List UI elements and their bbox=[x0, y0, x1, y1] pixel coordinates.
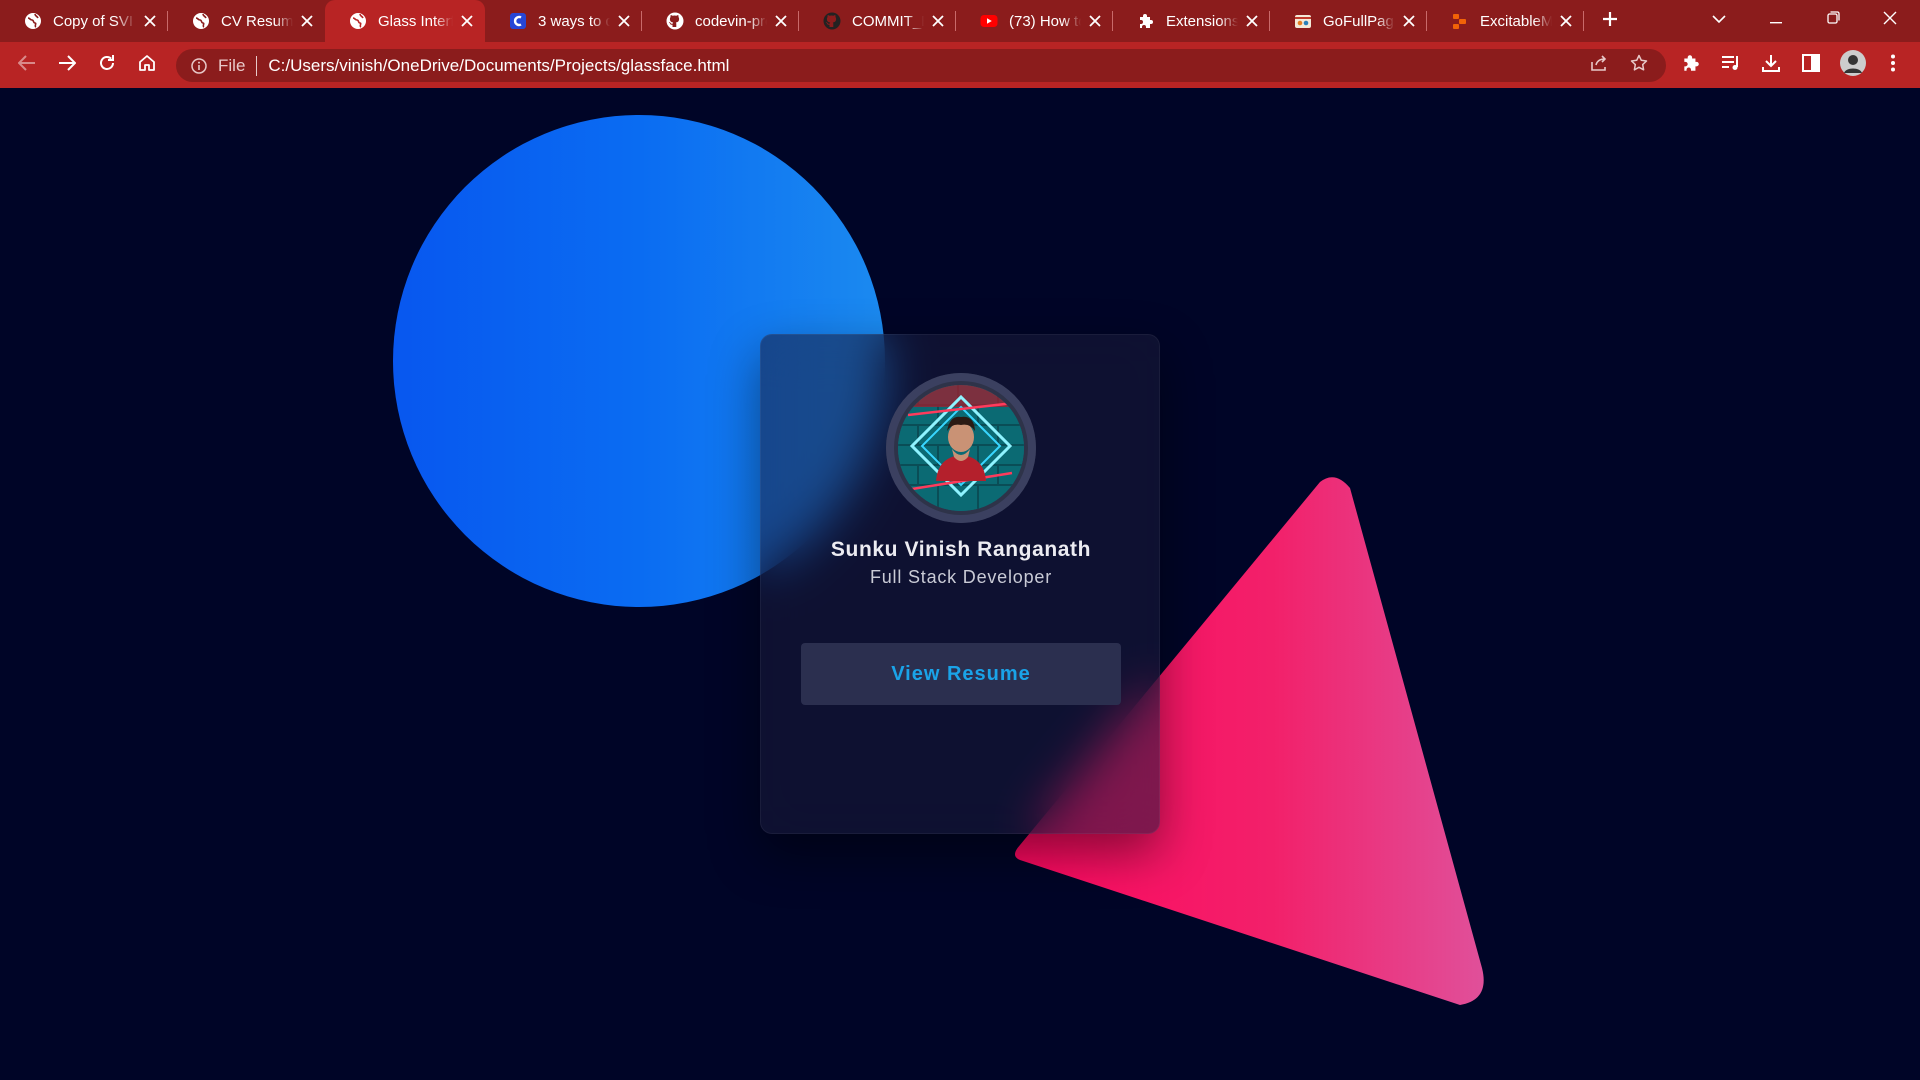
tab-youtube[interactable]: (73) How to bbox=[956, 0, 1113, 42]
gofullpage-icon bbox=[1294, 12, 1312, 30]
playlist-icon bbox=[1721, 54, 1741, 77]
share-icon bbox=[1590, 55, 1608, 76]
reload-button[interactable] bbox=[90, 48, 124, 82]
github-icon bbox=[823, 12, 841, 30]
page-viewport: Sunku Vinish Ranganath Full Stack Develo… bbox=[0, 88, 1920, 1080]
url-text[interactable]: C:/Users/vinish/OneDrive/Documents/Proje… bbox=[268, 56, 729, 76]
tab-cv-resume[interactable]: CV Resume bbox=[168, 0, 325, 42]
extensions-button[interactable] bbox=[1674, 48, 1708, 82]
info-icon[interactable] bbox=[190, 57, 208, 75]
media-controls-button[interactable] bbox=[1714, 48, 1748, 82]
share-button[interactable] bbox=[1582, 49, 1616, 82]
globe-icon bbox=[24, 12, 42, 30]
tab-excitable[interactable]: ExcitableMa bbox=[1427, 0, 1584, 42]
codevolution-icon bbox=[509, 12, 527, 30]
plus-icon bbox=[1602, 11, 1618, 32]
globe-icon bbox=[349, 12, 367, 30]
close-icon[interactable] bbox=[930, 13, 946, 29]
replit-icon bbox=[1451, 12, 1469, 30]
profile-role: Full Stack Developer bbox=[869, 567, 1053, 587]
tab-extensions[interactable]: Extensions bbox=[1113, 0, 1270, 42]
restore-button[interactable] bbox=[1805, 0, 1861, 40]
tab-title: codevin-pro bbox=[695, 12, 767, 30]
tab-search-button[interactable] bbox=[1692, 0, 1746, 40]
star-icon bbox=[1630, 54, 1648, 77]
tab-3-ways[interactable]: 3 ways to d bbox=[485, 0, 642, 42]
bookmark-button[interactable] bbox=[1622, 49, 1656, 82]
restore-icon bbox=[1826, 11, 1840, 29]
minimize-button[interactable] bbox=[1748, 0, 1804, 40]
downloads-button[interactable] bbox=[1754, 48, 1788, 82]
tab-title: GoFullPage bbox=[1323, 12, 1395, 30]
side-panel-button[interactable] bbox=[1794, 48, 1828, 82]
profile-card: Sunku Vinish Ranganath Full Stack Develo… bbox=[760, 334, 1160, 834]
tab-title: CV Resume bbox=[221, 12, 293, 30]
youtube-icon bbox=[980, 12, 998, 30]
puzzle-icon bbox=[1681, 53, 1701, 78]
tab-copy-of-svi[interactable]: Copy of SVI bbox=[0, 0, 168, 42]
tab-title: 3 ways to d bbox=[538, 12, 610, 30]
reload-icon bbox=[98, 54, 116, 77]
close-icon[interactable] bbox=[299, 13, 315, 29]
close-icon[interactable] bbox=[142, 13, 158, 29]
close-icon[interactable] bbox=[1244, 13, 1260, 29]
profile-name: Sunku Vinish Ranganath bbox=[830, 538, 1092, 561]
arrow-left-icon bbox=[17, 54, 36, 76]
menu-button[interactable] bbox=[1876, 48, 1910, 82]
puzzle-icon bbox=[1137, 12, 1155, 30]
close-icon bbox=[1883, 11, 1897, 30]
tab-title: ExcitableMa bbox=[1480, 12, 1552, 30]
globe-icon bbox=[192, 12, 210, 30]
view-resume-button[interactable]: View Resume bbox=[801, 643, 1121, 705]
browser-chrome: Copy of SVI CV Resume Glass Interf 3 way… bbox=[0, 0, 1920, 88]
avatar-icon bbox=[1840, 49, 1866, 81]
close-icon[interactable] bbox=[1087, 13, 1103, 29]
more-vert-icon bbox=[1890, 54, 1896, 77]
profile-button[interactable] bbox=[1836, 48, 1870, 82]
minimize-icon bbox=[1770, 11, 1782, 29]
tab-codevin-pro[interactable]: codevin-pro bbox=[642, 0, 799, 42]
url-scheme-label: File bbox=[218, 55, 246, 75]
close-window-button[interactable] bbox=[1862, 0, 1918, 40]
arrow-right-icon bbox=[58, 54, 77, 76]
tab-title: Extensions bbox=[1166, 12, 1238, 30]
download-icon bbox=[1762, 54, 1780, 77]
url-separator bbox=[256, 55, 258, 76]
github-icon bbox=[666, 12, 684, 30]
tab-title: COMMIT_EI bbox=[852, 12, 924, 30]
tab-commit[interactable]: COMMIT_EI bbox=[799, 0, 956, 42]
tab-glass-interface[interactable]: Glass Interf bbox=[325, 0, 485, 42]
tab-strip: Copy of SVI CV Resume Glass Interf 3 way… bbox=[0, 0, 1920, 42]
tab-title: Glass Interf bbox=[378, 12, 453, 30]
close-icon[interactable] bbox=[773, 13, 789, 29]
forward-button[interactable] bbox=[50, 48, 84, 82]
new-tab-button[interactable] bbox=[1598, 9, 1622, 33]
back-button[interactable] bbox=[10, 48, 44, 82]
chevron-down-icon bbox=[1712, 11, 1726, 29]
close-icon[interactable] bbox=[616, 13, 632, 29]
close-icon[interactable] bbox=[459, 13, 475, 29]
tab-title: Copy of SVI bbox=[53, 12, 134, 30]
tab-separator bbox=[1583, 11, 1584, 31]
address-bar[interactable]: File C:/Users/vinish/OneDrive/Documents/… bbox=[176, 49, 1666, 82]
home-button[interactable] bbox=[130, 48, 164, 82]
close-icon[interactable] bbox=[1558, 13, 1574, 29]
tab-gofullpage[interactable]: GoFullPage bbox=[1270, 0, 1427, 42]
side-panel-icon bbox=[1802, 53, 1820, 77]
home-icon bbox=[138, 54, 156, 77]
avatar-frame bbox=[886, 373, 1036, 523]
avatar bbox=[898, 385, 1024, 511]
close-icon[interactable] bbox=[1401, 13, 1417, 29]
tab-title: (73) How to bbox=[1009, 12, 1081, 30]
